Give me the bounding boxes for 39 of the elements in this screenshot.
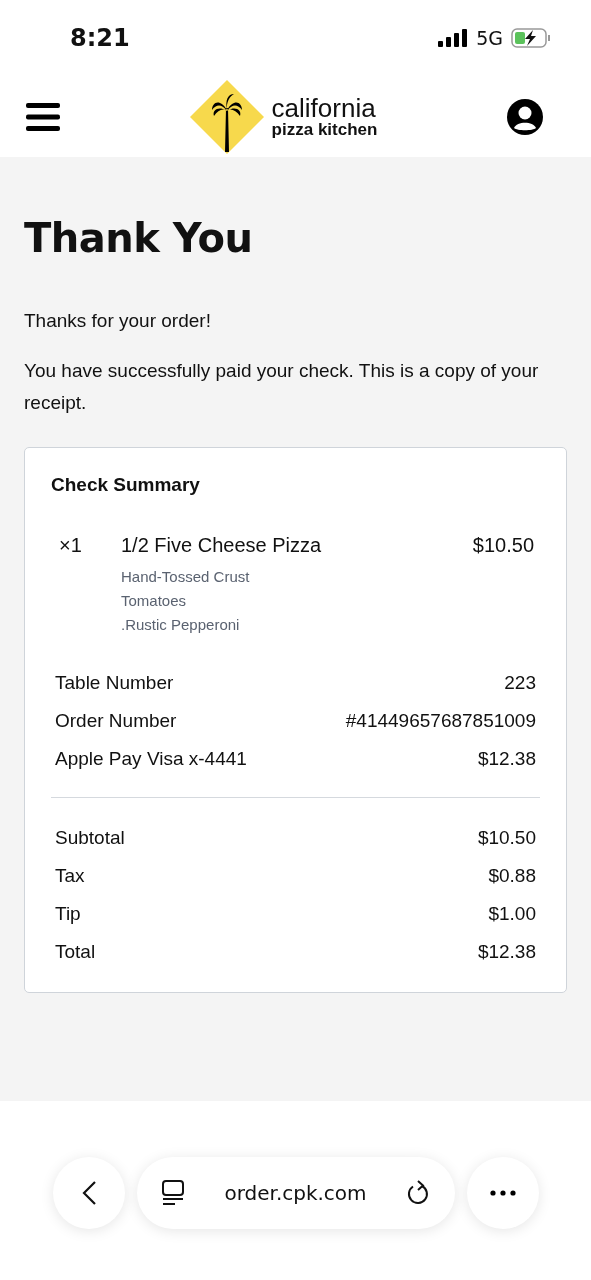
total-label: Total <box>55 940 96 964</box>
detail-label: Order Number <box>55 709 177 733</box>
item-modifier: .Rustic Pepperoni <box>121 615 241 635</box>
detail-label: Apple Pay Visa x-4441 <box>55 747 247 771</box>
item-modifier: Tomatoes <box>121 591 188 611</box>
back-icon <box>80 1180 97 1206</box>
item-modifier: Hand-Tossed Crust <box>121 567 251 587</box>
total-label: Tax <box>55 864 85 888</box>
logo-wordmark: california <box>271 95 377 121</box>
message-text: You have successfully paid your check. This is a copy of your receipt. <box>24 359 540 415</box>
tabs-icon <box>160 1180 185 1206</box>
total-label: Subtotal <box>55 826 125 850</box>
total-value: $1.00 <box>488 902 536 926</box>
item-price: $10.50 <box>472 534 534 557</box>
network-label: 5G <box>476 27 503 49</box>
detail-value: $12.38 <box>477 747 536 771</box>
detail-value: #41449657687851009 <box>345 709 536 733</box>
total-label: Tip <box>55 902 81 926</box>
total-value: $12.38 <box>477 940 536 964</box>
total-value: $0.88 <box>488 864 536 888</box>
profile-icon[interactable] <box>507 98 543 135</box>
page-title: Thank You <box>24 215 254 261</box>
total-value: $10.50 <box>477 826 536 850</box>
card-title: Check Summary <box>51 474 201 496</box>
item-quantity: ×1 <box>59 534 83 557</box>
message-text: Thanks for your order! <box>24 309 212 333</box>
logo-tagline: pizza kitchen <box>271 121 378 138</box>
palm-tree-logo-icon <box>189 79 264 154</box>
item-name: 1/2 Five Cheese Pizza <box>121 534 323 557</box>
detail-label: Table Number <box>55 671 174 695</box>
address-bar[interactable]: order.cpk.com <box>136 1157 455 1229</box>
more-icon <box>489 1190 516 1196</box>
signal-icon <box>438 29 469 47</box>
menu-icon[interactable] <box>26 102 60 131</box>
detail-value: 223 <box>504 671 536 695</box>
battery-icon <box>511 28 551 48</box>
status-time: 8:21 <box>70 24 130 52</box>
url-text: order.cpk.com <box>224 1181 367 1205</box>
reload-icon <box>406 1180 431 1206</box>
